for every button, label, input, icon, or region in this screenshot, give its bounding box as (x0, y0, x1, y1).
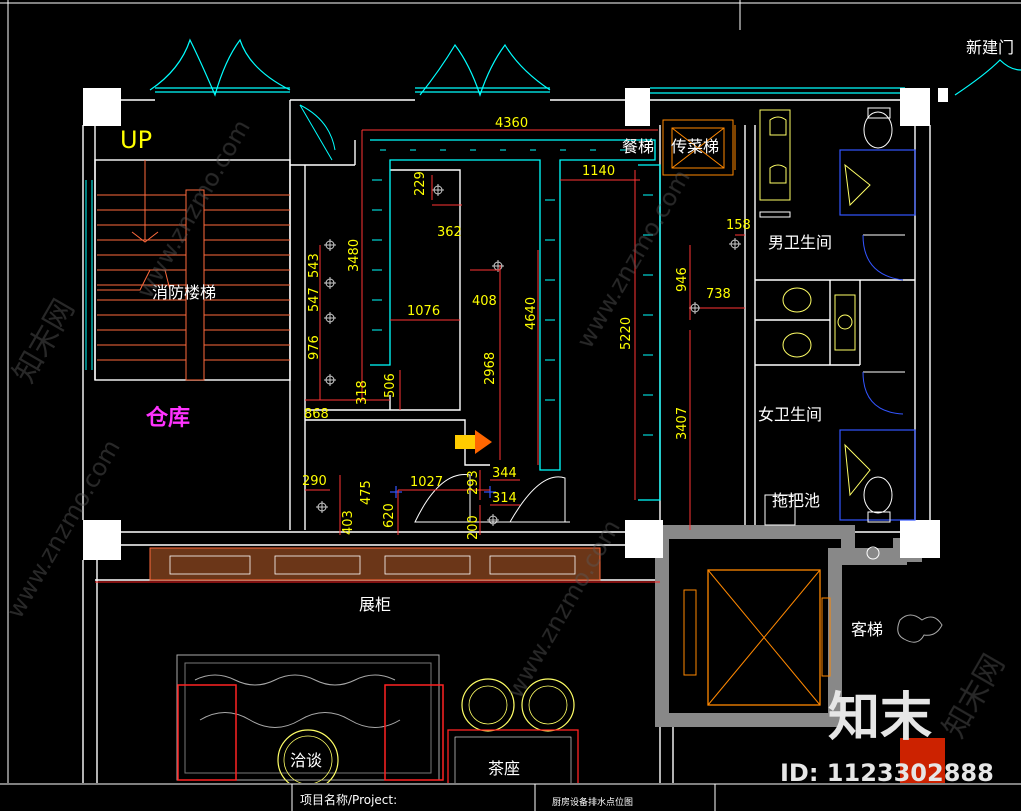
watermark-side-1: 知末网 (7, 294, 82, 389)
dim-158: 158 (726, 218, 751, 233)
dim-547: 547 (307, 287, 322, 312)
direction-arrow (455, 430, 492, 454)
watermark-brand: 知末 (828, 688, 932, 748)
plant-symbol (897, 614, 943, 643)
dim-946: 946 (675, 267, 690, 292)
label-womens-toilet: 女卫生间 (758, 405, 822, 424)
label-passenger-lift: 客梯 (851, 620, 883, 639)
dim-403: 403 (341, 510, 356, 535)
watermark-side-2: 知末网 (937, 649, 1012, 744)
side-window (85, 180, 93, 370)
watermark-diag-4: www.znzmo.com (501, 515, 626, 703)
label-serving-lift: 传菜梯 (671, 137, 719, 156)
label-stair-up: UP (120, 126, 152, 154)
dim-314: 314 (492, 491, 517, 506)
dim-4640: 4640 (524, 297, 539, 330)
label-dish-lift: 餐梯 (622, 137, 654, 156)
label-display-cabinet: 展柜 (359, 595, 391, 614)
project-name-label: 项目名称/Project: (300, 792, 397, 807)
dim-3480: 3480 (347, 239, 362, 272)
dim-976: 976 (307, 335, 322, 360)
dim-738: 738 (706, 287, 731, 302)
label-warehouse: 仓库 (145, 405, 190, 431)
dim-1027: 1027 (410, 475, 443, 490)
dim-506: 506 (383, 373, 398, 398)
dim-229: 229 (413, 171, 428, 196)
label-mop-sink: 拖把池 (772, 491, 820, 510)
dim-318: 318 (355, 380, 370, 405)
drain-points (316, 184, 741, 526)
dim-1076: 1076 (407, 304, 440, 319)
drawing-title: 厨房设备排水点位图 (552, 796, 633, 808)
dim-200: 200 (466, 515, 481, 540)
dim-1140: 1140 (582, 164, 615, 179)
dim-620: 620 (382, 503, 397, 528)
dim-362: 362 (437, 225, 462, 240)
dim-344: 344 (492, 466, 517, 481)
label-new-door: 新建门 (966, 38, 1014, 57)
label-negotiation: 洽谈 (290, 751, 322, 770)
window-arches (149, 38, 1021, 101)
dim-293: 293 (466, 470, 481, 495)
dim-408: 408 (472, 294, 497, 309)
watermark-id: ID: 1123302888 (780, 759, 994, 787)
dim-543: 543 (307, 253, 322, 278)
dim-4360: 4360 (495, 116, 528, 131)
dim-2968: 2968 (483, 352, 498, 385)
entry-door (299, 104, 336, 161)
label-tea-seat: 茶座 (488, 759, 520, 778)
title-block: 项目名称/Project: 厨房设备排水点位图 (0, 783, 1021, 811)
dim-5220: 5220 (619, 317, 634, 350)
dim-3407: 3407 (675, 407, 690, 440)
dim-290: 290 (302, 474, 327, 489)
floor-plan-drawing: UP 消防楼梯 仓库 餐梯 传菜梯 男卫生间 女卫生间 拖把池 新建门 展柜 客… (0, 0, 1021, 811)
label-mens-toilet: 男卫生间 (768, 233, 832, 252)
dim-475: 475 (359, 480, 374, 505)
dim-868: 868 (304, 407, 329, 422)
